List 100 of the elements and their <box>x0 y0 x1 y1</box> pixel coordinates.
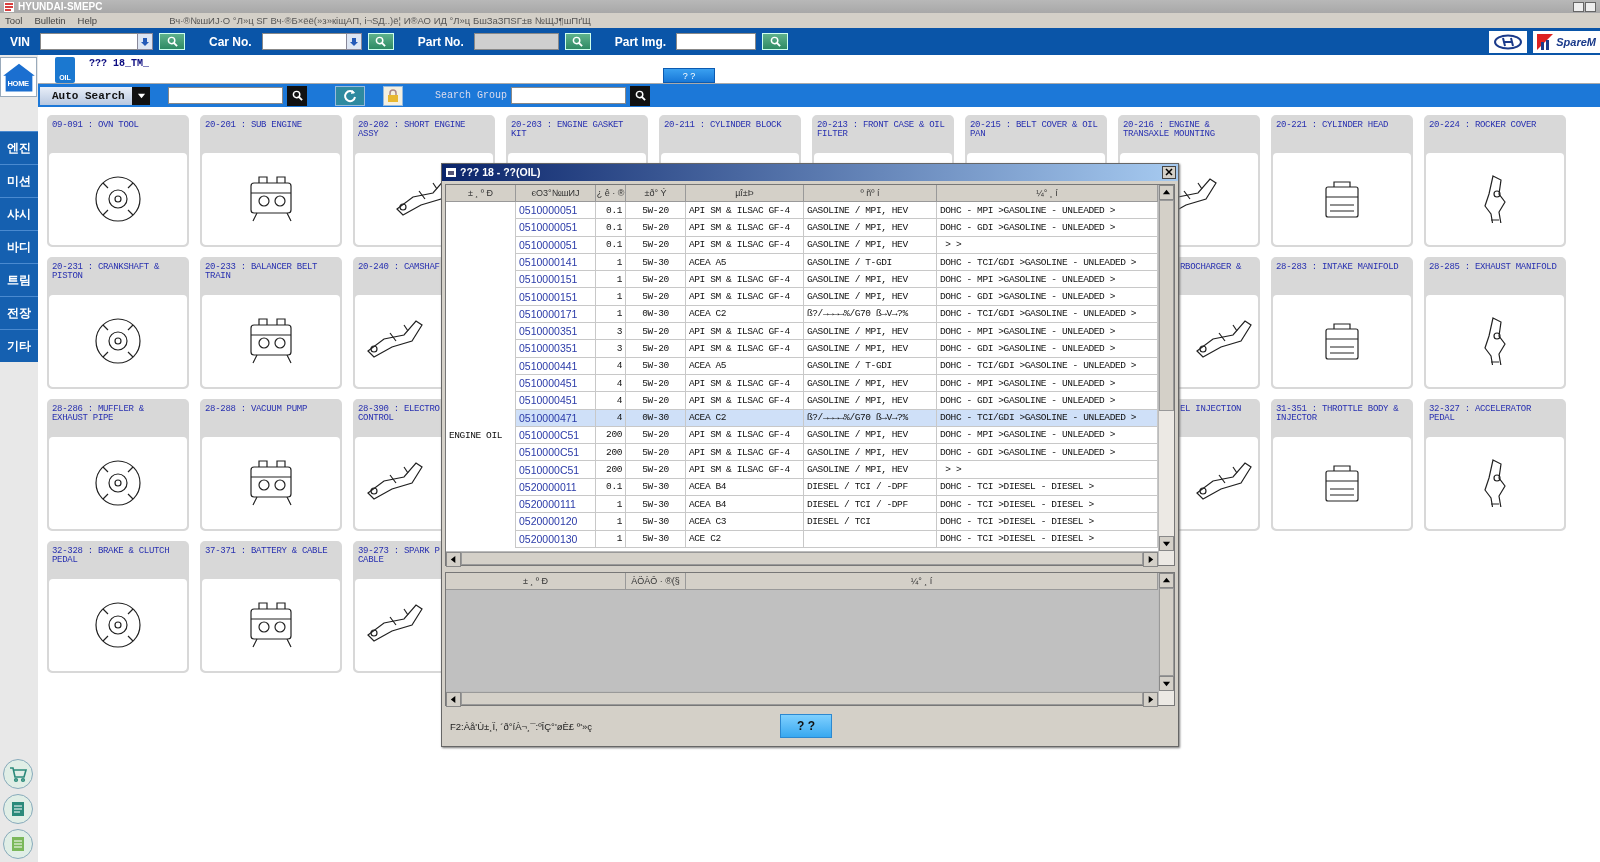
category-tab[interactable]: 전장 <box>0 296 38 329</box>
part-drawing <box>95 318 141 364</box>
restore-button[interactable] <box>1585 1 1596 12</box>
lock-button[interactable] <box>383 85 403 106</box>
part-number-link[interactable]: 0510000051 <box>519 238 578 251</box>
tool-button[interactable] <box>3 829 33 859</box>
part-card[interactable]: 32-328 : BRAKE & CLUTCH PEDAL <box>47 541 189 673</box>
tool-button[interactable] <box>3 759 33 789</box>
search-icon <box>572 36 584 47</box>
column-header[interactable]: ¼° ¸ í <box>937 184 1158 202</box>
part-drawing <box>250 318 292 364</box>
category-tab[interactable]: 엔진 <box>0 131 38 164</box>
shortcut-hint: F2:Àå'Ù±¸Ï, ´ð°íÀ¬¸¯:ºÎÇ°'øÈ£ º'»ç <box>450 720 594 732</box>
part-number-link[interactable]: 0510000351 <box>519 325 578 338</box>
part-card[interactable]: 28-283 : INTAKE MANIFOLD <box>1271 257 1413 389</box>
table-cell: GASOLINE / MPI, HEV <box>807 204 908 216</box>
horizontal-scrollbar[interactable] <box>446 551 1158 566</box>
table-cell: 4 <box>616 394 622 406</box>
table-cell-text: > > <box>944 464 962 476</box>
search-button[interactable] <box>630 85 650 106</box>
part-number-link[interactable]: 0510000C51 <box>519 446 580 459</box>
part-card[interactable]: 20-224 : ROCKER COVER <box>1424 115 1566 247</box>
search-button[interactable] <box>287 85 307 106</box>
part-number-link[interactable]: 0520000111 <box>519 498 576 511</box>
part-number-link[interactable]: 0510000C51 <box>519 463 580 476</box>
category-tab[interactable]: 트림 <box>0 263 38 296</box>
part-card[interactable]: 09-091 : OVN TOOL <box>47 115 189 247</box>
category-tab[interactable]: 바디 <box>0 230 38 263</box>
column-header[interactable]: º ñº í <box>804 184 937 202</box>
column-header[interactable]: єΟ3°№шИЈ <box>516 184 596 202</box>
column-header[interactable]: ± ¸ º Ð <box>446 184 516 202</box>
table-cell: ACEA C2 <box>689 412 727 424</box>
table-cell: ACEA B4 <box>689 481 727 493</box>
search-field[interactable] <box>261 33 347 50</box>
part-number-link[interactable]: 0510000C51 <box>519 428 580 441</box>
part-number-link[interactable]: 0520000120 <box>519 515 578 528</box>
table-cell: GASOLINE / T-GDI <box>807 256 892 268</box>
part-number-link[interactable]: 0510000151 <box>519 273 578 286</box>
field-label: Search Group <box>435 90 507 101</box>
card-title: 28-283 : INTAKE MANIFOLD <box>1276 262 1399 272</box>
search-button[interactable] <box>564 33 591 50</box>
part-card[interactable]: 28-288 : VACUUM PUMP <box>200 399 342 531</box>
category-tab[interactable]: 샤시 <box>0 197 38 230</box>
column-header[interactable]: ¿ ê · ® <box>596 184 626 202</box>
menu-item[interactable]: Tool <box>5 15 23 26</box>
menu-item[interactable]: Help <box>77 15 98 26</box>
search-group-field[interactable] <box>511 87 626 104</box>
part-card[interactable]: 28-285 : EXHAUST MANIFOLD <box>1424 257 1566 389</box>
part-card[interactable]: 20-201 : SUB ENGINE <box>200 115 342 247</box>
part-number-link[interactable]: 0510000051 <box>519 204 578 217</box>
table-cell: GASOLINE / MPI, HEV <box>807 394 908 406</box>
minimize-button[interactable] <box>1573 1 1584 12</box>
part-number-link[interactable]: 0520000011 <box>519 480 577 493</box>
category-tab[interactable]: 미션 <box>0 164 38 197</box>
horizontal-scrollbar[interactable] <box>446 691 1158 706</box>
table-cell: 0.1 <box>606 239 622 251</box>
card-title: 20-216 : ENGINE & TRANSAXLE MOUNTING <box>1123 120 1215 139</box>
table-cell: 1 <box>616 273 622 285</box>
part-number-link[interactable]: 0510000451 <box>519 377 578 390</box>
part-number-link[interactable]: 0510000471 <box>519 411 578 424</box>
part-card[interactable]: 20-221 : CYLINDER HEAD <box>1271 115 1413 247</box>
cart-icon <box>9 765 27 783</box>
search-button[interactable] <box>367 33 394 50</box>
part-number-link[interactable]: 0510000171 <box>519 307 578 320</box>
card-title: 37-371 : BATTERY & CABLE <box>205 546 328 556</box>
part-card[interactable]: 20-231 : CRANKSHAFT & PISTON <box>47 257 189 389</box>
part-card[interactable]: 28-286 : MUFFLER & EXHAUST PIPE <box>47 399 189 531</box>
part-number-link[interactable]: 0510000151 <box>519 290 578 303</box>
part-number-link[interactable]: 0520000130 <box>519 532 578 545</box>
search-field[interactable] <box>676 33 757 50</box>
vertical-scrollbar[interactable] <box>1158 184 1174 566</box>
table-cell: API SM & ILSAC GF-4 <box>689 394 790 406</box>
card-title: 20-211 : CYLINDER BLOCK <box>664 120 782 130</box>
menu-item[interactable]: Bulletin <box>34 15 66 26</box>
close-button[interactable] <box>1162 166 1176 179</box>
part-card[interactable]: 31-351 : THROTTLE BODY & INJECTOR <box>1271 399 1413 531</box>
part-number-link[interactable]: 0510000051 <box>519 221 578 234</box>
table-cell: 5W-20 <box>642 291 669 303</box>
part-card[interactable]: 32-327 : ACCELERATOR PEDAL <box>1424 399 1566 531</box>
arrow-icon <box>1162 187 1171 197</box>
part-card[interactable]: 20-233 : BALANCER BELT TRAIN <box>200 257 342 389</box>
part-number-link[interactable]: 0510000451 <box>519 394 578 407</box>
refresh-button[interactable] <box>335 85 365 106</box>
vertical-scrollbar[interactable] <box>1158 573 1174 706</box>
column-header[interactable]: ±ð° Ý <box>626 184 686 202</box>
search-field[interactable] <box>168 87 283 104</box>
search-button[interactable] <box>762 33 789 50</box>
part-number-link[interactable]: 0510000441 <box>519 359 578 372</box>
card-title: 20-215 : BELT COVER & OIL PAN <box>970 120 1098 139</box>
search-field[interactable] <box>40 33 138 50</box>
confirm-button[interactable]: ? ? <box>780 714 832 739</box>
part-number-link[interactable]: 0510000351 <box>519 342 578 355</box>
table-cell: DOHC - MPI >GASOLINE - UNLEADED > <box>940 273 1115 285</box>
table-cell: 0.1 <box>606 221 622 233</box>
column-header[interactable]: µî±Þ <box>686 184 804 202</box>
category-tab[interactable]: 기타 <box>0 329 38 362</box>
tool-button[interactable] <box>3 794 33 824</box>
part-number-link[interactable]: 0510000141 <box>519 256 578 268</box>
search-mode-dropdown[interactable]: Auto Search <box>40 86 150 105</box>
part-card[interactable]: 37-371 : BATTERY & CABLE <box>200 541 342 673</box>
